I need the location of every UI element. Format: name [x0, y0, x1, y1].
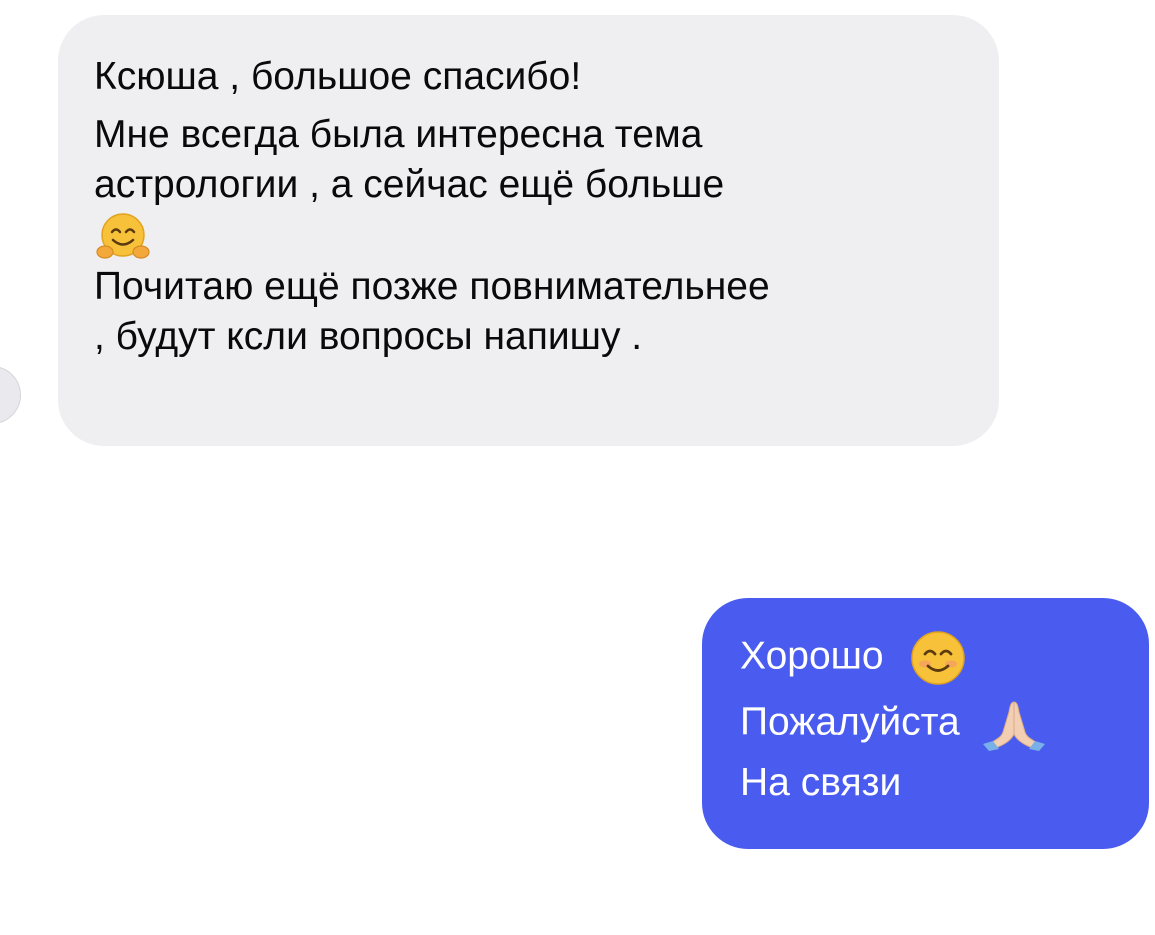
message-emoji-line: [94, 210, 963, 262]
hugging-face-emoji: [94, 211, 152, 263]
outgoing-message-bubble[interactable]: Хорошо Пожалуйста На связи: [702, 598, 1149, 849]
message-text-line: Хорошо: [740, 630, 1119, 685]
message-text-line: Мне всегда была интересна тема: [94, 113, 703, 156]
smiling-face-emoji: [910, 630, 966, 686]
message-text-line: , будут ксли вопросы напишу .: [94, 315, 643, 358]
sender-avatar[interactable]: [0, 366, 21, 424]
message-text-line: астрологии , а сейчас ещё больше: [94, 163, 725, 206]
message-text-line: На связи: [740, 761, 902, 804]
message-text-line: Ксюша , большое спасибо!: [94, 55, 582, 98]
message-text: Хорошо: [740, 634, 884, 678]
message-text: Пожалуйста: [740, 700, 960, 744]
message-text-line: Почитаю ещё позже повнимательнее: [94, 265, 770, 308]
folded-hands-emoji: [981, 696, 1047, 752]
incoming-message-bubble[interactable]: Ксюша , большое спасибо! Мне всегда была…: [58, 15, 999, 446]
message-text-line: Пожалуйста: [740, 696, 1119, 751]
